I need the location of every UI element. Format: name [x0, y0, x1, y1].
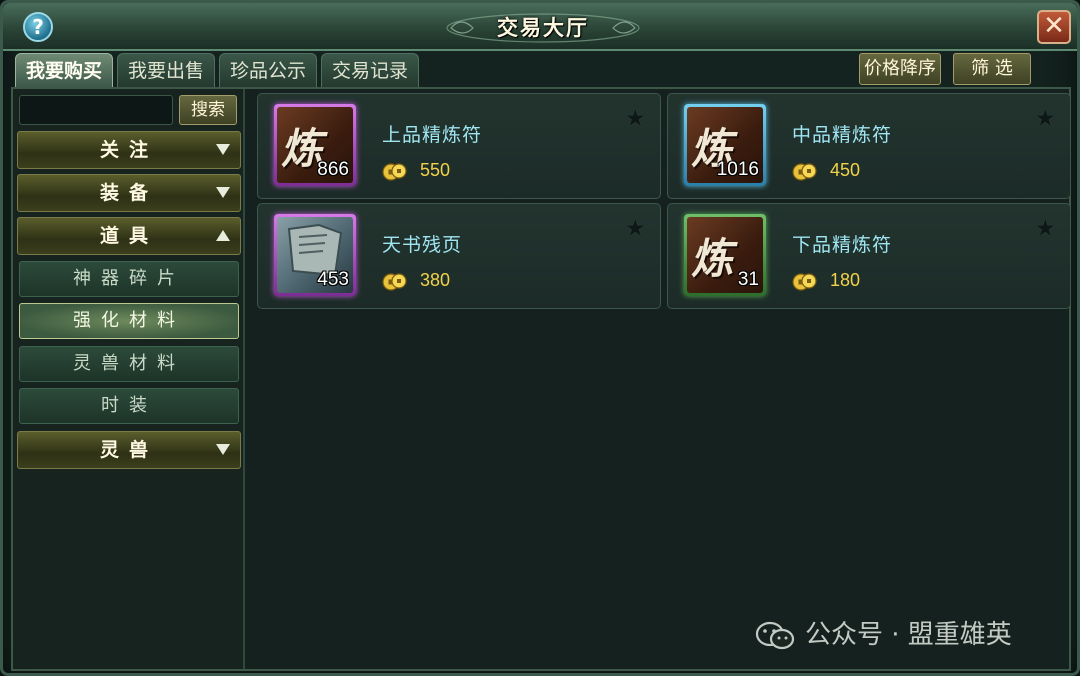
favorite-star-icon[interactable]: ★ [624, 214, 646, 242]
coin-icon [792, 273, 817, 291]
item-count: 31 [737, 269, 759, 290]
coin-icon [382, 163, 407, 181]
item-price: 180 [830, 270, 861, 290]
tab-trade-records[interactable]: 交易记录 [321, 53, 420, 87]
chevron-down-icon [216, 144, 230, 155]
category-label: 装备 [99, 182, 158, 204]
category-equipment[interactable]: 装备 [17, 174, 241, 212]
close-icon: ✕ [1043, 11, 1065, 41]
chevron-down-icon [216, 444, 230, 455]
favorite-star-icon[interactable]: ★ [1034, 104, 1056, 132]
item-icon-frame: 炼 866 [274, 104, 356, 186]
item-card[interactable]: 炼 1016 中品精炼符 450 ★ [667, 93, 1071, 199]
category-label: 道具 [99, 225, 158, 247]
window-title: 交易大厅 [497, 16, 589, 40]
refine-talisman-icon: 炼 31 [687, 217, 763, 293]
item-price: 450 [830, 160, 861, 180]
category-label: 灵兽 [99, 439, 158, 461]
item-card[interactable]: 炼 31 下品精炼符 180 ★ [667, 203, 1071, 309]
item-count: 453 [317, 269, 349, 290]
subcategory-pet-materials[interactable]: 灵兽材料 [19, 346, 239, 382]
category-favorites[interactable]: 关注 [17, 131, 241, 169]
category-pets[interactable]: 灵兽 [17, 431, 241, 469]
search-row: 搜索 [19, 95, 241, 125]
tab-sell[interactable]: 我要出售 [117, 53, 216, 87]
search-input[interactable] [19, 95, 173, 125]
close-button[interactable]: ✕ [1037, 10, 1071, 44]
item-name: 下品精炼符 [792, 234, 893, 256]
category-label: 关注 [99, 139, 158, 161]
item-price: 550 [420, 160, 451, 180]
chevron-up-icon [216, 230, 230, 241]
item-price: 380 [420, 270, 451, 290]
favorite-star-icon[interactable]: ★ [1034, 214, 1056, 242]
trade-hall-window: ? 交易大厅 ✕ 我要购买 我要出售 珍品公示 交易记录 价格降序 筛 选 搜索… [0, 0, 1080, 676]
title-area: 交易大厅 [443, 9, 643, 47]
item-card[interactable]: 炼 866 上品精炼符 550 ★ [257, 93, 661, 199]
wechat-icon [755, 621, 795, 650]
subcategory-enhance-materials[interactable]: 强化材料 [19, 303, 239, 339]
item-icon-frame: 炼 1016 [684, 104, 766, 186]
tab-bar: 我要购买 我要出售 珍品公示 交易记录 [15, 53, 420, 87]
item-name: 中品精炼符 [792, 124, 893, 146]
search-button[interactable]: 搜索 [179, 95, 237, 125]
item-count: 866 [317, 159, 349, 180]
refine-talisman-icon: 炼 1016 [687, 107, 763, 183]
sort-price-desc-button[interactable]: 价格降序 [859, 53, 941, 85]
category-items[interactable]: 道具 [17, 217, 241, 255]
item-name: 上品精炼符 [382, 124, 483, 146]
coin-icon [792, 163, 817, 181]
favorite-star-icon[interactable]: ★ [624, 104, 646, 132]
category-sidebar: 搜索 关注 装备 道具 神器碎片 强化材料 灵兽材料 时装 灵兽 [13, 89, 245, 669]
subcategory-fashion[interactable]: 时装 [19, 388, 239, 424]
tab-treasure-showcase[interactable]: 珍品公示 [219, 53, 318, 87]
refine-talisman-icon: 炼 866 [277, 107, 353, 183]
tab-buy[interactable]: 我要购买 [15, 53, 114, 87]
title-bar: ? 交易大厅 ✕ [3, 3, 1077, 51]
help-button[interactable]: ? [23, 12, 53, 42]
subcategory-artifact-shards[interactable]: 神器碎片 [19, 261, 239, 297]
chevron-down-icon [216, 187, 230, 198]
item-icon-frame: 炼 31 [684, 214, 766, 296]
filter-button[interactable]: 筛 选 [953, 53, 1031, 85]
coin-icon [382, 273, 407, 291]
watermark-text: 公众号 · 盟重雄英 [805, 620, 1012, 650]
item-count: 1016 [716, 159, 759, 180]
item-card[interactable]: 453 天书残页 380 ★ [257, 203, 661, 309]
item-name: 天书残页 [382, 234, 463, 256]
book-page-icon: 453 [277, 217, 353, 293]
item-icon-frame: 453 [274, 214, 356, 296]
